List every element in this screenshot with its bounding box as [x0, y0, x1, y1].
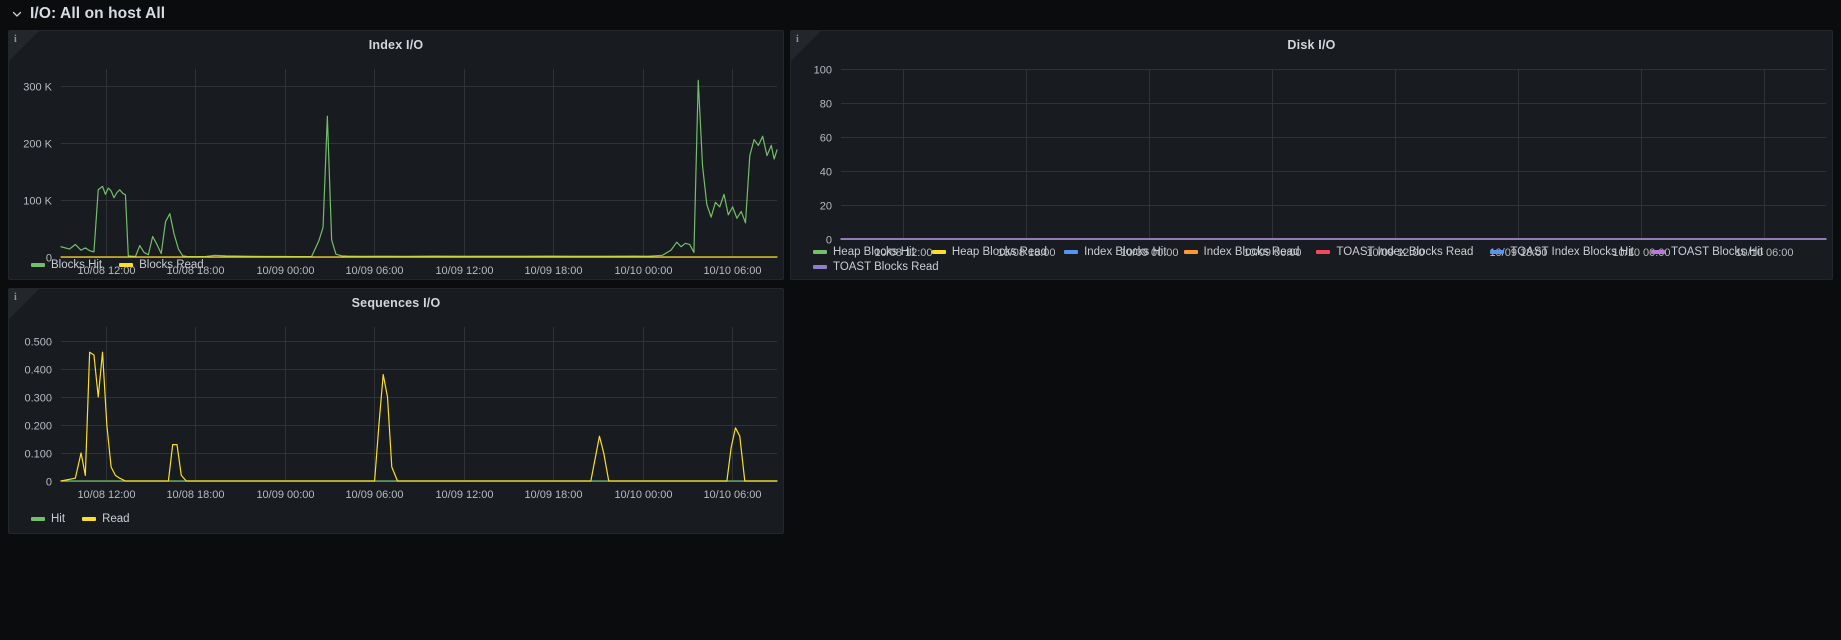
legend-item-label: TOAST Blocks Hit: [1671, 246, 1764, 258]
legend-sequences-io: Hit Read: [9, 513, 783, 525]
legend-color-swatch: [31, 263, 45, 267]
chart-svg-index-io: 0100 K200 K300 K10/08 12:00 10/08 18:00 10…: [23, 69, 778, 277]
legend-color-swatch: [119, 263, 134, 267]
y-axis-tick-label: 0.500: [24, 337, 52, 349]
y-axis-tick-label: 100 K: [23, 196, 52, 208]
y-axis-tick-label: 0.400: [24, 365, 52, 377]
plot-area-disk-io[interactable]: 0 20 40 60 80 100 10/08 12:00 10/08 18:00 10/09 …: [791, 57, 1832, 269]
info-icon[interactable]: i: [796, 34, 799, 46]
chart-svg-disk-io: 02040608010010/08 12:00 10/08 18:00 10/09 …: [814, 65, 1827, 259]
legend-item-label: Read: [102, 513, 130, 525]
legend-color-swatch: [31, 517, 45, 521]
legend-item[interactable]: Heap Blocks Read: [931, 246, 1048, 258]
legend-item[interactable]: Hit: [31, 513, 65, 525]
legend-item-label: Blocks Hit: [51, 259, 103, 271]
panel-index-io[interactable]: i Index I/O 0 100 K 200 K 300 K 10/08 12:00 1…: [8, 30, 784, 280]
x-axis-tick-label: 10/10 06:00: [703, 489, 761, 501]
legend-item-label: Blocks Read: [139, 259, 204, 271]
legend-disk-io: Heap Blocks Hit Heap Blocks Read Index Blo…: [791, 246, 1832, 273]
info-icon[interactable]: i: [14, 34, 17, 46]
y-axis-tick-label: 0: [46, 477, 52, 489]
y-axis-tick-label: 0: [826, 235, 832, 247]
legend-item-label: TOAST Index Blocks Read: [1336, 246, 1474, 258]
legend-item-label: Heap Blocks Read: [951, 246, 1048, 258]
legend-item-label: Index Blocks Read: [1203, 246, 1300, 258]
legend-item-label: TOAST Index Blocks Hit: [1510, 246, 1634, 258]
x-axis-tick-label: 10/08 18:00: [166, 489, 224, 501]
legend-color-swatch: [1064, 250, 1079, 254]
x-axis-tick-label: 10/10 00:00: [614, 489, 672, 501]
y-axis-tick-label: 200 K: [23, 139, 52, 151]
legend-item[interactable]: TOAST Blocks Hit: [1651, 246, 1763, 258]
legend-item[interactable]: TOAST Index Blocks Hit: [1490, 246, 1634, 258]
y-axis-tick-label: 0.300: [24, 393, 52, 405]
plot-area-sequences-io[interactable]: 0 0.100 0.200 0.300 0.400 0.500 10/08 12:00 10/…: [9, 315, 783, 511]
legend-color-swatch: [1651, 250, 1665, 254]
y-axis-tick-label: 0.100: [24, 449, 52, 461]
chevron-down-icon[interactable]: [11, 8, 23, 20]
grafana-dashboard: I/O: All on host All i Index I/O 0 100 K 2…: [0, 0, 1841, 640]
legend-item[interactable]: TOAST Blocks Read: [813, 261, 939, 273]
legend-item-label: TOAST Blocks Read: [833, 261, 939, 273]
dashboard-row-title: I/O: All on host All: [30, 5, 166, 22]
series-line: [60, 351, 778, 482]
legend-item[interactable]: TOAST Index Blocks Read: [1316, 246, 1473, 258]
legend-item[interactable]: Index Blocks Hit: [1064, 246, 1167, 258]
legend-color-swatch: [1316, 250, 1331, 254]
y-axis-tick-label: 80: [820, 99, 832, 111]
y-axis-tick-label: 20: [820, 201, 832, 213]
panel-sequences-io[interactable]: i Sequences I/O 0 0.100 0.200 0.300 0.400 0.5…: [8, 288, 784, 534]
y-axis-tick-label: 100: [814, 65, 832, 77]
panel-title: Index I/O: [368, 38, 424, 52]
y-axis-tick-label: 40: [820, 167, 832, 179]
x-axis-tick-label: 10/09 18:00: [524, 489, 582, 501]
legend-color-swatch: [82, 517, 97, 521]
legend-color-swatch: [1183, 250, 1198, 254]
chart-svg-sequences-io: 0 0.100 0.200 0.300 0.400 0.500 10/08 12:00 10/…: [24, 327, 778, 501]
legend-color-swatch: [931, 250, 946, 254]
plot-area-index-io[interactable]: 0 100 K 200 K 300 K 10/08 12:00 10/08 18:00 10…: [9, 57, 783, 279]
legend-color-swatch: [813, 250, 827, 254]
dashboard-row-header[interactable]: I/O: All on host All: [0, 0, 1841, 28]
legend-item-label: Index Blocks Hit: [1084, 246, 1167, 258]
y-axis-tick-label: 60: [820, 133, 832, 145]
legend-item[interactable]: Blocks Hit: [31, 259, 102, 271]
legend-color-swatch: [813, 265, 827, 269]
legend-item-label: Heap Blocks Hit: [833, 246, 915, 258]
legend-item[interactable]: Heap Blocks Hit: [813, 246, 915, 258]
x-axis-tick-label: 10/08 12:00: [77, 489, 135, 501]
series-line: [60, 79, 778, 258]
panel-title: Disk I/O: [1287, 38, 1336, 52]
y-axis-tick-label: 300 K: [23, 82, 52, 94]
legend-color-swatch: [1490, 250, 1505, 254]
panel-title: Sequences I/O: [351, 296, 441, 310]
legend-item-label: Hit: [51, 513, 66, 525]
info-icon[interactable]: i: [14, 292, 17, 304]
legend-item[interactable]: Blocks Read: [119, 259, 204, 271]
panel-disk-io[interactable]: i Disk I/O 0 20 40 60 80 100 10/08 12:00 10/08 …: [790, 30, 1833, 280]
legend-index-io: Blocks Hit Blocks Read: [9, 259, 783, 271]
legend-item[interactable]: Index Blocks Read: [1183, 246, 1300, 258]
x-axis-tick-label: 10/09 00:00: [256, 489, 314, 501]
y-axis-tick-label: 0.200: [24, 421, 52, 433]
legend-item[interactable]: Read: [82, 513, 130, 525]
x-axis-tick-label: 10/09 06:00: [345, 489, 403, 501]
x-axis-tick-label: 10/09 12:00: [435, 489, 493, 501]
